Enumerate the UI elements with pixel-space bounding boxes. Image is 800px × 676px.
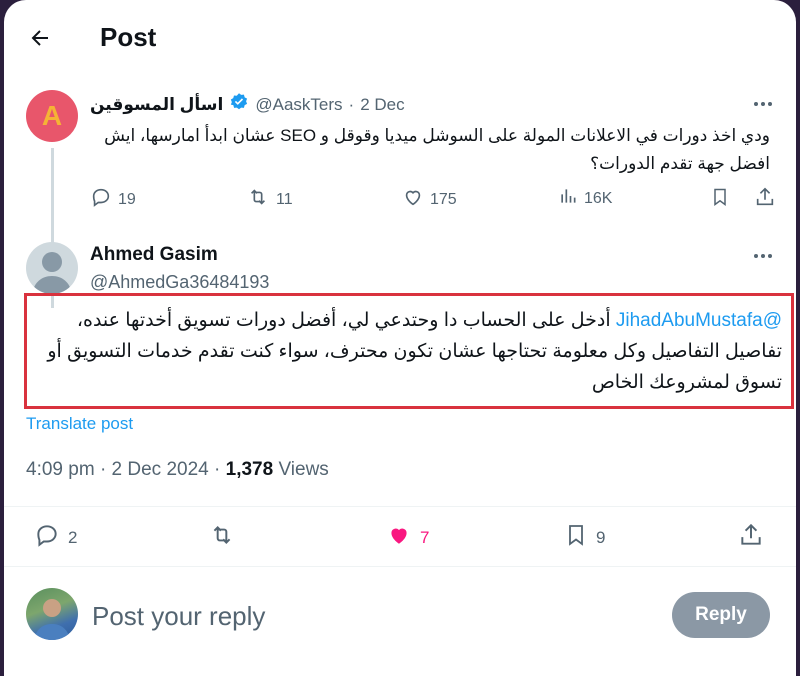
share-icon [738,522,764,553]
reply-button[interactable]: Reply [672,592,770,638]
avatar-letter: A [41,100,63,131]
reply-icon [90,186,112,213]
author-name[interactable]: اسأل المسوقين [90,95,223,115]
author-name[interactable]: Ahmed Gasim [90,244,218,266]
views-label: Views [278,459,329,480]
analytics-icon [558,186,578,211]
verified-badge-icon [229,92,249,117]
repost-icon [208,522,236,553]
more-options-icon[interactable] [748,246,778,266]
reply-composer: Reply [4,580,796,660]
like-count: 7 [420,527,430,547]
view-count: 16K [584,189,613,207]
back-arrow-icon[interactable] [26,24,54,52]
bookmark-icon [710,186,730,213]
bookmark-action[interactable] [710,186,730,213]
page-title: Post [100,22,157,52]
share-action[interactable] [754,186,776,213]
like-count: 175 [430,190,457,208]
post-text: @JihadAbuMustafa أدخل على الحساب دا وحتد… [30,305,782,398]
reply-count: 2 [68,527,78,547]
app-frame: Post A اسأل المسوقين @AaskTers · 2 Dec و… [4,0,796,676]
like-action[interactable]: 7 [386,522,429,553]
dot-separator: · [348,94,355,114]
bookmark-count: 9 [596,527,606,547]
reply-icon [34,522,60,553]
reply-count: 19 [118,190,136,208]
avatar[interactable] [26,242,78,294]
heart-filled-icon [386,522,412,553]
bookmark-action[interactable]: 9 [564,522,605,553]
share-icon [754,186,776,213]
post-text: ودي اخذ دورات في الاعلانات المولة على ال… [104,126,770,173]
reply-action[interactable]: 2 [34,522,77,553]
post-timestamp: 4:09 pm · 2 Dec 2024 · 1,378 Views [26,459,329,480]
reply-action[interactable]: 19 [90,186,136,213]
post-date[interactable]: 2 Dec 2024 [112,459,209,480]
translate-link[interactable]: Translate post [26,414,133,434]
user-avatar[interactable] [26,588,78,640]
reply-input[interactable] [92,598,652,634]
more-options-icon[interactable] [748,94,778,114]
like-action[interactable]: 175 [402,186,457,213]
post-actions: 2 7 9 [4,512,796,560]
parent-post-header: اسأل المسوقين @AaskTers · 2 Dec [90,92,405,117]
views-action[interactable]: 16K [558,186,612,211]
repost-action[interactable] [208,522,236,553]
divider [4,506,796,507]
repost-action[interactable]: 11 [246,186,293,213]
bookmark-icon [564,522,588,553]
author-handle[interactable]: @AaskTers [255,95,342,115]
repost-icon [246,186,270,213]
author-handle[interactable]: @AhmedGa36484193 [90,272,269,293]
post-actions: 19 11 175 16K [90,186,780,214]
mention-link[interactable]: @JihadAbuMustafa [616,310,782,331]
views-count: 1,378 [225,459,274,480]
post-date[interactable]: 2 Dec [360,95,404,115]
post-time[interactable]: 4:09 pm [26,459,95,480]
avatar[interactable]: A [26,90,78,142]
heart-icon [402,186,424,213]
share-action[interactable] [738,522,764,553]
repost-count: 11 [276,190,293,208]
top-bar: Post [4,0,796,78]
divider [4,566,796,567]
